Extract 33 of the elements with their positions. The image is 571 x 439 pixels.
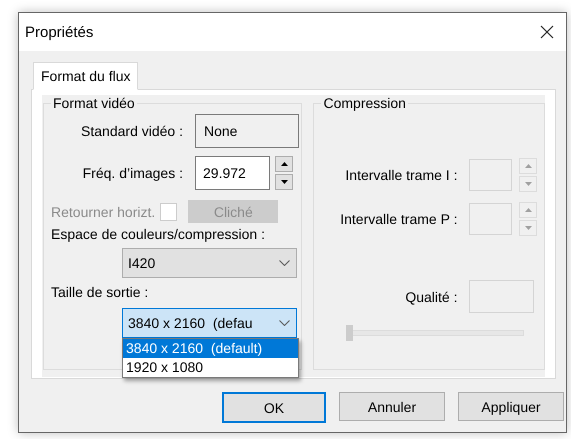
up-arrow-icon — [524, 164, 532, 168]
field-label: Standard vidéo : — [80, 123, 184, 139]
down-arrow-icon — [280, 180, 288, 184]
window-title: Propriétés — [25, 24, 94, 40]
down-arrow-icon — [524, 182, 532, 186]
up-arrow-icon — [524, 208, 532, 212]
tab[interactable]: Format du flux — [33, 62, 138, 90]
chevron-down-icon — [279, 320, 290, 326]
down-arrow-icon — [524, 226, 532, 230]
group-title: Compression — [322, 95, 407, 111]
quality-slider[interactable] — [346, 325, 524, 341]
colorspace-dropdown[interactable]: I420 — [122, 248, 297, 278]
close-icon — [540, 25, 554, 39]
output-size-dropdown[interactable]: 3840 x 2160 (defau — [122, 308, 297, 338]
field-label: Espace de couleurs/compression : — [51, 226, 265, 242]
spin-down-button[interactable] — [275, 174, 293, 190]
dialog-button[interactable]: OK — [222, 392, 326, 423]
up-arrow-icon — [280, 162, 288, 166]
readonly-field: None — [195, 114, 299, 148]
field-label: Taille de sortie : — [51, 284, 148, 300]
field-label: Intervalle trame P : — [339, 211, 458, 227]
group-title: Format vidéo — [52, 95, 136, 111]
field-label: Intervalle trame I : — [344, 167, 458, 183]
input-field[interactable]: 29.972 — [195, 156, 270, 190]
dropdown-option[interactable]: 3840 x 2160 (default) — [123, 339, 298, 358]
dialog-button[interactable]: Annuler — [339, 392, 445, 421]
spin-up-button[interactable] — [275, 156, 293, 172]
dialog-button[interactable]: Appliquer — [458, 392, 564, 421]
dropdown-option[interactable]: 1920 x 1080 — [123, 358, 298, 377]
chevron-down-icon — [279, 260, 290, 266]
field-label: Qualité : — [404, 288, 458, 304]
field-label: Fréq. d’images : — [82, 165, 184, 181]
checkbox-label: Retourner horizt. — [51, 204, 156, 220]
